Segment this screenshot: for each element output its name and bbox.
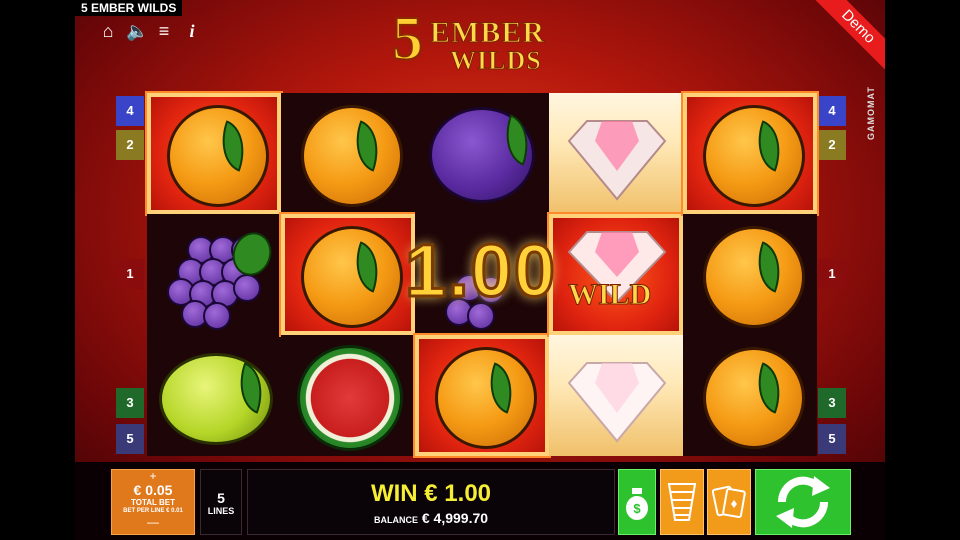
payline-left-5[interactable]: 5 [116,424,144,454]
game-stage: 5 EMBER WILDS ⌂ 🔈 ≡ i 5 EMBER WILDS Demo… [0,0,960,540]
payline-right-4[interactable]: 4 [818,96,846,126]
total-bet-amount: € 0.05 [133,482,173,498]
orange-symbol [703,226,805,328]
speaker-icon[interactable]: 🔈 [126,20,148,42]
watermelon-symbol [297,345,403,451]
reel1-row2-grapes [147,214,281,335]
total-bet-label: TOTAL BET [131,498,175,507]
logo-line2: WILDS [450,46,542,76]
reel5-row2-orange [683,214,817,335]
logo-line1: EMBER [429,16,546,50]
spin-arrows-icon [776,476,830,528]
reel5-row3-orange [683,335,817,456]
orange-symbol [301,226,403,328]
provider-text: GAMOMAT [866,86,876,140]
left-letterbox [0,0,75,540]
provider-logo: GAMOMAT [866,86,880,146]
paytable-icon [667,483,697,521]
cards-icon [712,485,746,519]
paytable-button[interactable] [660,469,704,535]
lemon-symbol [159,353,273,445]
reel5-row1-orange [683,93,817,214]
orange-symbol [167,105,269,207]
orange-symbol [301,105,403,207]
logo-five: 5 [391,5,424,73]
wild-label: WILD [567,278,652,312]
gamble-button[interactable]: $ [618,469,656,535]
reel2-row2-orange [281,214,415,335]
lines-label: LINES [207,506,235,516]
orange-symbol [435,347,537,449]
payline-right-5[interactable]: 5 [818,424,846,454]
reel4-row3-diamond [549,335,683,456]
money-bag-icon: $ [626,488,648,520]
window-title: 5 EMBER WILDS [75,0,183,16]
diamond-symbol [567,120,667,201]
reel1-row3-lemon [147,335,281,456]
win-balance-panel: WIN € 1.00 BALANCE € 4,999.70 [247,469,615,535]
orange-symbol [703,105,805,207]
balance-row: BALANCE € 4,999.70 [248,510,614,526]
payline-right-2[interactable]: 2 [818,130,846,160]
win-amount: WIN € 1.00 [370,480,492,507]
orange-symbol [703,347,805,449]
reel3-row1-plum [415,93,549,214]
lines-panel: 5 LINES [200,469,242,535]
demo-badge: Demo [815,0,885,70]
win-overlay-amount: 1.00 [403,228,558,314]
plum-symbol [429,107,539,203]
game-logo: 5 EMBER WILDS [391,5,572,76]
reel4-row2-wild [549,214,683,335]
diamond-symbol [567,362,667,443]
svg-text:$: $ [633,501,641,516]
reel2-row1-orange [281,93,415,214]
info-icon[interactable]: i [182,20,202,42]
payline-right-3[interactable]: 3 [818,388,846,418]
payline-right-1[interactable]: 1 [818,259,846,289]
top-toolbar: ⌂ 🔈 ≡ i [98,20,202,42]
balance-value: € 4,999.70 [421,510,489,526]
payline-left-3[interactable]: 3 [116,388,144,418]
payline-left-2[interactable]: 2 [116,130,144,160]
right-letterbox [885,0,960,540]
payline-left-1[interactable]: 1 [116,259,144,289]
reel3-row3-orange [415,335,549,456]
balance-label: BALANCE [373,515,418,525]
menu-icon[interactable]: ≡ [154,20,174,42]
demo-ribbon: Demo [815,0,885,70]
bet-panel[interactable]: + € 0.05 TOTAL BET BET PER LINE € 0.01 — [111,469,195,535]
reel4-row1-diamond [549,93,683,214]
payline-left-4[interactable]: 4 [116,96,144,126]
bet-plus-button[interactable]: + [112,470,194,482]
lines-count: 5 [217,490,225,506]
bet-minus-button[interactable]: — [112,516,194,528]
reel2-row3-watermelon [281,335,415,456]
home-icon[interactable]: ⌂ [98,20,118,42]
card-gamble-button[interactable] [707,469,751,535]
spin-button[interactable] [755,469,851,535]
reel1-row1-orange [147,93,281,214]
